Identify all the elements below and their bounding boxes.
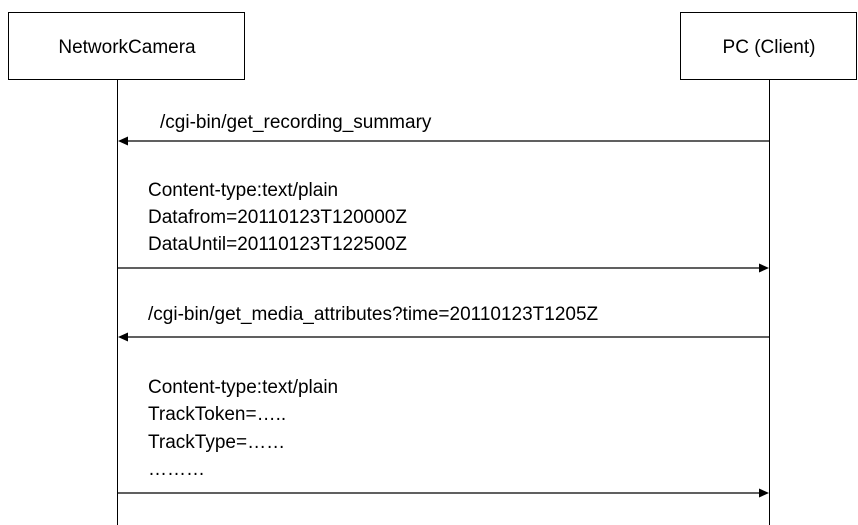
message-1-arrowhead xyxy=(118,136,128,146)
message-4-line-1: Content-type:text/plain xyxy=(148,377,338,398)
message-1: /cgi-bin/get_recording_summary xyxy=(118,112,769,146)
message-1-line-1: /cgi-bin/get_recording_summary xyxy=(160,112,432,133)
message-4-line-2: TrackToken=….. xyxy=(148,404,286,425)
message-4-line-3: TrackType=…… xyxy=(148,432,285,453)
participant-camera: NetworkCamera xyxy=(8,12,245,80)
message-2-arrowhead xyxy=(759,263,769,273)
message-2: Content-type:text/plain Datafrom=2011012… xyxy=(118,180,769,273)
message-3: /cgi-bin/get_media_attributes?time=20110… xyxy=(118,304,769,342)
sequence-diagram: NetworkCamera PC (Client) /cgi-bin/get_r… xyxy=(8,12,857,525)
message-2-line-2: Datafrom=20110123T120000Z xyxy=(148,207,407,228)
participant-client: PC (Client) xyxy=(680,12,857,80)
participant-camera-label: NetworkCamera xyxy=(58,37,196,58)
message-3-arrowhead xyxy=(118,332,128,342)
participant-client-label: PC (Client) xyxy=(723,37,816,58)
message-4-arrowhead xyxy=(759,488,769,498)
message-4: Content-type:text/plain TrackToken=….. T… xyxy=(118,377,769,498)
message-3-line-1: /cgi-bin/get_media_attributes?time=20110… xyxy=(148,304,599,325)
message-4-line-4: ……… xyxy=(148,459,205,480)
message-2-line-3: DataUntil=20110123T122500Z xyxy=(148,234,407,255)
message-2-line-1: Content-type:text/plain xyxy=(148,180,338,201)
